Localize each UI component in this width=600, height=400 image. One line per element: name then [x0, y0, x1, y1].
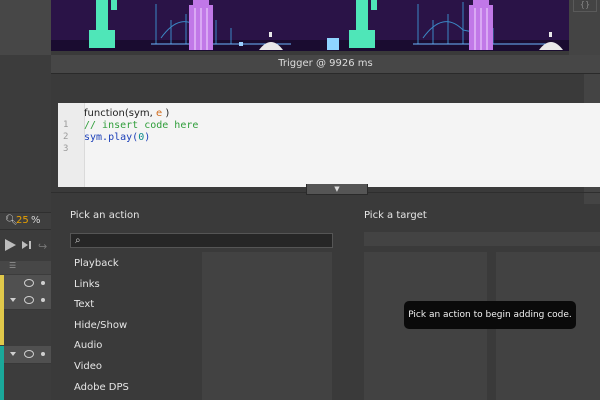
- code-panel-strip: {}: [569, 0, 600, 55]
- line-number: 3: [63, 144, 69, 154]
- code-call-line[interactable]: sym.play(0): [84, 132, 150, 143]
- disclosure-arrow-icon[interactable]: [10, 298, 16, 302]
- track-color-stripe: [0, 275, 4, 292]
- action-item-audio[interactable]: Audio: [74, 340, 102, 351]
- line-number-gutter: 1 2 3: [58, 103, 85, 187]
- action-item-text[interactable]: Text: [74, 299, 94, 310]
- track-color-stripe: [0, 363, 4, 400]
- zoom-control[interactable]: 🔍︎ 25 %: [0, 212, 51, 230]
- stage-artwork: [51, 0, 569, 51]
- eye-icon[interactable]: [24, 279, 34, 287]
- code-braces-icon[interactable]: {}: [573, 0, 597, 12]
- timeline-track[interactable]: [0, 275, 51, 293]
- function-signature-prefix: function(sym,: [84, 108, 156, 119]
- trigger-code-dialog: Trigger @ 9926 ms 1 2 3 function(sym, e …: [51, 55, 600, 400]
- timeline-track[interactable]: [0, 292, 51, 310]
- pick-action-title: Pick an action: [70, 210, 140, 221]
- target-header-bar: [364, 232, 600, 246]
- code-editor[interactable]: 1 2 3 function(sym, e ) // insert code h…: [58, 103, 600, 187]
- timeline-menu-icon[interactable]: ☰: [9, 261, 16, 270]
- collapse-editor-button[interactable]: ▼: [306, 184, 368, 195]
- action-item-links[interactable]: Links: [74, 279, 100, 290]
- code-comment-line[interactable]: // insert code here: [84, 120, 198, 131]
- playback-controls: ↪: [0, 232, 51, 258]
- dialog-title: Trigger @ 9926 ms: [51, 55, 600, 74]
- action-details-column: [202, 252, 332, 400]
- line-number: 1: [63, 120, 69, 130]
- timeline-track[interactable]: [0, 346, 51, 364]
- pick-target-title: Pick a target: [364, 210, 427, 221]
- lock-dot-icon[interactable]: [41, 352, 45, 356]
- eye-icon[interactable]: [24, 296, 34, 304]
- action-item-hide-show[interactable]: Hide/Show: [74, 320, 127, 331]
- eye-icon[interactable]: [24, 350, 34, 358]
- stage-canvas[interactable]: [51, 0, 569, 51]
- lock-dot-icon[interactable]: [41, 281, 45, 285]
- timeline-header: ☰: [0, 261, 51, 274]
- track-color-stripe: [0, 346, 4, 363]
- search-icon: ⌕: [75, 235, 81, 246]
- function-signature-suffix: ): [162, 108, 170, 119]
- tooltip: Pick an action to begin adding code.: [404, 301, 576, 329]
- zoom-unit: %: [31, 215, 41, 226]
- play-icon[interactable]: [5, 239, 16, 251]
- action-item-adobe-dps[interactable]: Adobe DPS: [74, 382, 129, 393]
- action-item-playback[interactable]: Playback: [74, 258, 119, 269]
- disclosure-arrow-icon[interactable]: [10, 352, 16, 356]
- action-search[interactable]: ⌕: [70, 233, 333, 248]
- track-color-stripe: [0, 291, 4, 345]
- action-item-video[interactable]: Video: [74, 361, 102, 372]
- stage-left-gutter: [0, 0, 51, 55]
- next-frame-bar: [29, 241, 31, 249]
- lock-dot-icon[interactable]: [41, 298, 45, 302]
- next-frame-icon[interactable]: [22, 241, 28, 249]
- code-call-prefix: sym.play(: [84, 132, 139, 143]
- loop-icon[interactable]: ↪: [38, 240, 47, 253]
- function-signature: function(sym, e ): [84, 108, 169, 119]
- action-search-input[interactable]: [87, 234, 327, 246]
- zoom-value[interactable]: 25: [16, 215, 29, 226]
- code-call-suffix: ): [144, 132, 151, 143]
- line-number: 2: [63, 132, 69, 142]
